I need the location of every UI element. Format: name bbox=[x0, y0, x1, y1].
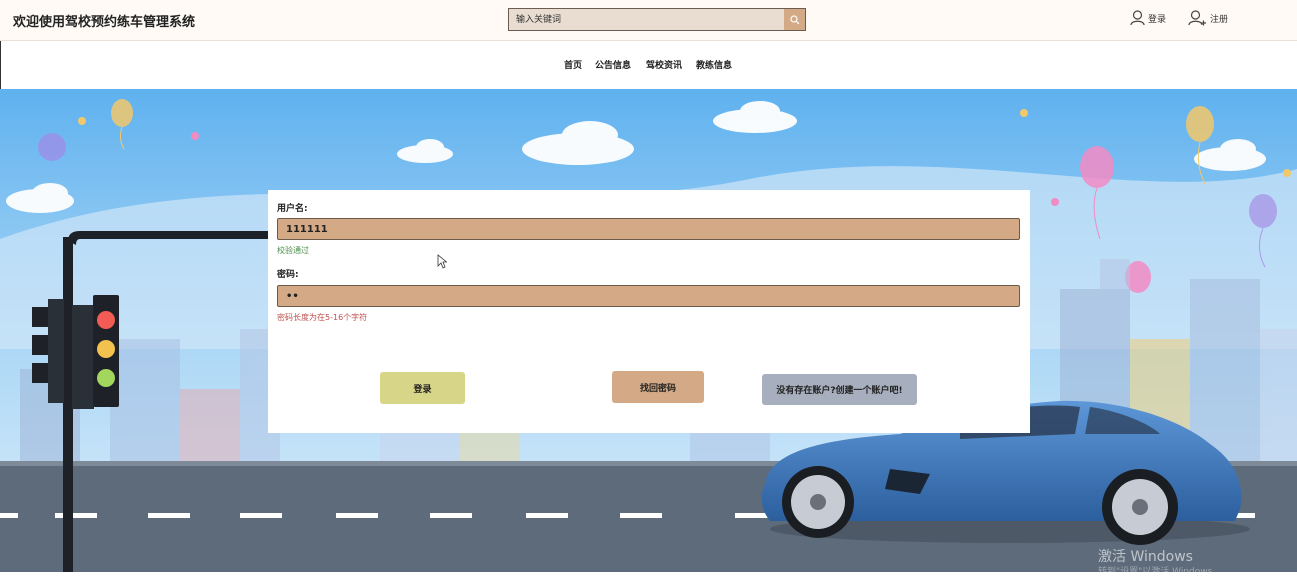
login-form-card: 用户名: 校验通过 密码: 密码长度为在5-16个字符 登录 找回密码 没有存在… bbox=[268, 190, 1030, 433]
password-label: 密码: bbox=[277, 270, 299, 280]
windows-activation-watermark: 激活 Windows bbox=[1098, 549, 1193, 565]
search-icon bbox=[789, 14, 799, 24]
nav-item-news[interactable]: 驾校资讯 bbox=[646, 58, 682, 71]
login-link[interactable]: 登录 bbox=[1130, 8, 1166, 28]
search-box bbox=[508, 8, 806, 31]
search-button[interactable] bbox=[784, 9, 805, 30]
login-button[interactable]: 登录 bbox=[380, 372, 465, 404]
main-nav: 首页 公告信息 驾校资讯 教练信息 bbox=[0, 41, 1297, 89]
username-label: 用户名: bbox=[277, 204, 308, 214]
search-input[interactable] bbox=[509, 9, 785, 30]
login-label: 登录 bbox=[1148, 14, 1167, 25]
password-input[interactable] bbox=[277, 285, 1020, 307]
site-title: 欢迎使用驾校预约练车管理系统 bbox=[13, 15, 196, 30]
forgot-password-button[interactable]: 找回密码 bbox=[612, 371, 704, 403]
nav-item-home[interactable]: 首页 bbox=[564, 58, 582, 71]
user-icon bbox=[1130, 10, 1145, 26]
username-validation-message: 校验通过 bbox=[277, 246, 309, 255]
nav-item-announcements[interactable]: 公告信息 bbox=[595, 58, 631, 71]
password-validation-message: 密码长度为在5-16个字符 bbox=[277, 313, 368, 322]
windows-activation-subtext: 转到"设置"以激活 Windows。 bbox=[1098, 567, 1222, 577]
top-header: 欢迎使用驾校预约练车管理系统 登录 注册 bbox=[0, 0, 1297, 41]
register-link[interactable]: 注册 bbox=[1188, 8, 1228, 28]
nav-item-coaches[interactable]: 教练信息 bbox=[696, 58, 732, 71]
mouse-cursor-icon bbox=[437, 254, 447, 269]
username-input[interactable] bbox=[277, 218, 1020, 240]
create-account-button[interactable]: 没有存在账户?创建一个账户吧! bbox=[762, 374, 917, 405]
add-user-icon bbox=[1188, 9, 1206, 25]
register-label: 注册 bbox=[1210, 14, 1229, 25]
